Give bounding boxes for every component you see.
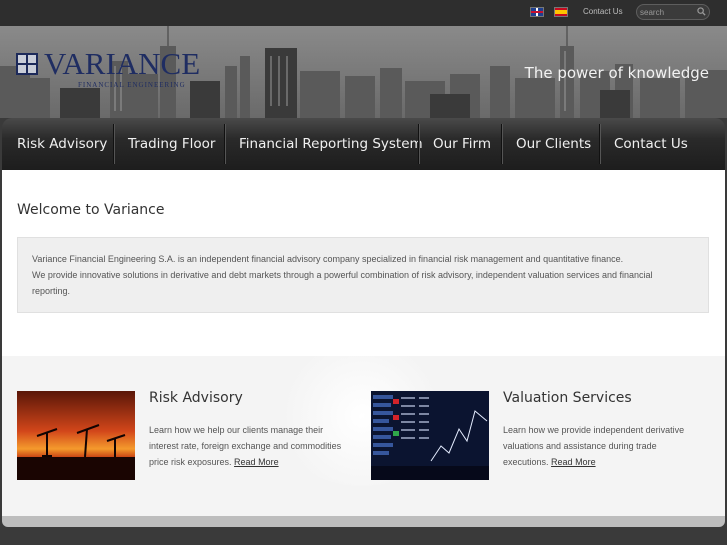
oil-pump-sunset-image[interactable] xyxy=(17,391,135,480)
intro-paragraph-2: We provide innovative solutions in deriv… xyxy=(32,270,653,296)
main-nav: Risk Advisory Trading Floor Financial Re… xyxy=(2,118,725,170)
nav-item-our-firm[interactable]: Our Firm xyxy=(433,136,491,152)
nav-item-risk-advisory[interactable]: Risk Advisory xyxy=(17,136,107,152)
read-more-link[interactable]: Read More xyxy=(234,457,279,467)
top-contact-link[interactable]: Contact Us xyxy=(583,7,623,16)
tagline: The power of knowledge xyxy=(524,64,709,82)
intro-box: Variance Financial Engineering S.A. is a… xyxy=(17,237,709,313)
spain-flag-icon[interactable] xyxy=(554,7,568,17)
feature-title-risk-advisory: Risk Advisory xyxy=(149,390,243,406)
search-icon[interactable] xyxy=(697,7,706,16)
nav-item-contact-us[interactable]: Contact Us xyxy=(614,136,688,152)
nav-separator xyxy=(224,124,226,164)
uk-flag-icon[interactable] xyxy=(530,7,544,17)
feature-title-valuation-services: Valuation Services xyxy=(503,390,632,406)
nav-item-trading-floor[interactable]: Trading Floor xyxy=(128,136,215,152)
variance-logo[interactable]: VARIANCE FINANCIAL ENGINEERING xyxy=(16,46,216,100)
welcome-section: Welcome to Variance Variance Financial E… xyxy=(2,170,725,356)
nav-separator xyxy=(113,124,115,164)
logo-wordmark: VARIANCE xyxy=(44,46,201,81)
search-box xyxy=(636,4,710,20)
nav-item-financial-reporting-system[interactable]: Financial Reporting System xyxy=(239,136,423,152)
hero-banner: VARIANCE FINANCIAL ENGINEERING The power… xyxy=(0,26,727,118)
logo-subtitle: FINANCIAL ENGINEERING xyxy=(78,81,186,89)
stock-ticker-image[interactable] xyxy=(371,391,489,480)
nav-separator xyxy=(418,124,420,164)
top-utility-bar: Contact Us xyxy=(0,0,727,26)
logo-mark-icon xyxy=(16,53,38,75)
page-title: Welcome to Variance xyxy=(17,202,165,218)
nav-separator xyxy=(501,124,503,164)
intro-paragraph-1: Variance Financial Engineering S.A. is a… xyxy=(32,254,624,264)
feature-text-risk-advisory: Learn how we help our clients manage the… xyxy=(149,422,349,470)
footer-bar xyxy=(2,516,725,527)
nav-separator xyxy=(599,124,601,164)
nav-item-our-clients[interactable]: Our Clients xyxy=(516,136,591,152)
read-more-link[interactable]: Read More xyxy=(551,457,596,467)
feature-text-valuation-services: Learn how we provide independent derivat… xyxy=(503,422,698,470)
search-input[interactable] xyxy=(640,6,694,18)
features-section: Risk Advisory Learn how we help our clie… xyxy=(2,356,725,516)
